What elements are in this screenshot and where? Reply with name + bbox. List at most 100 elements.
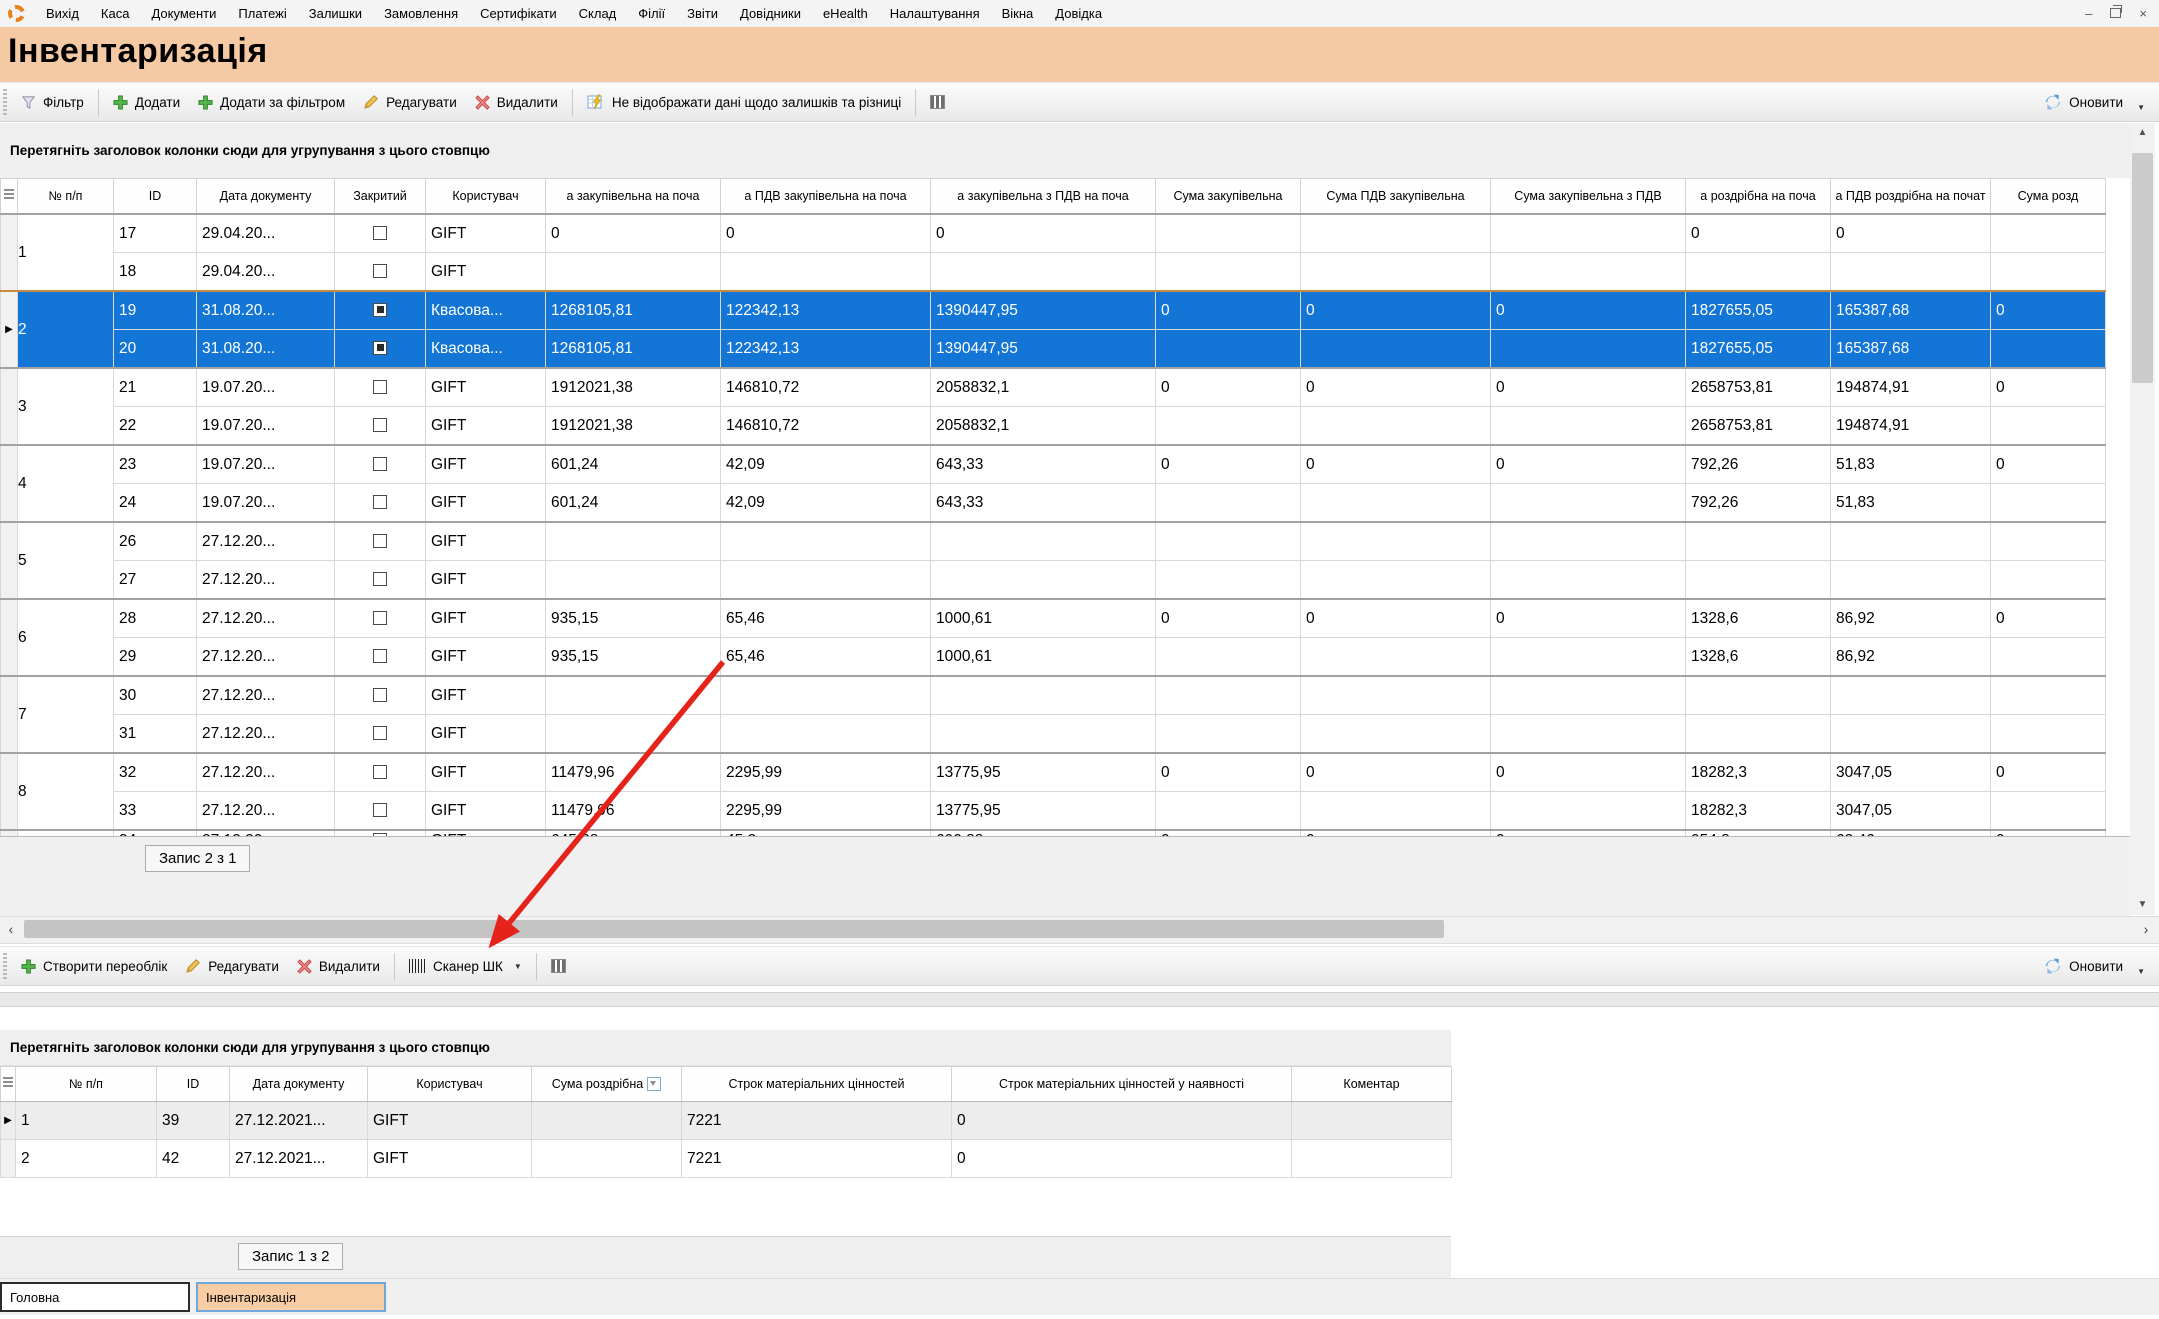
menu-item[interactable]: Налаштування (879, 6, 991, 21)
grid-row[interactable]: 1829.04.20...GIFT (1, 253, 2106, 292)
menu-item[interactable]: Каса (90, 6, 141, 21)
column-chooser-button[interactable] (921, 90, 954, 114)
toolbar-grip[interactable] (3, 89, 7, 115)
menu-item[interactable]: eHealth (812, 6, 879, 21)
menu-item[interactable]: Залишки (298, 6, 373, 21)
grid-row[interactable]: 2031.08.20...Квасова...1268105,81122342,… (1, 330, 2106, 369)
closed-checkbox-cell[interactable] (335, 291, 426, 330)
closed-checkbox-cell[interactable] (335, 715, 426, 754)
add-by-filter-button[interactable]: Додати за фільтром (189, 90, 354, 115)
column-header[interactable]: Сума роздрібна (532, 1067, 682, 1102)
tab-active[interactable]: Інвентаризація (196, 1282, 386, 1312)
column-chooser-corner[interactable] (1, 179, 18, 215)
grid-row[interactable]: 42319.07.20...GIFT601,2442,09643,3300079… (1, 445, 2106, 484)
column-header[interactable]: а закупівельна з ПДВ на поча (931, 179, 1156, 215)
grid-row[interactable]: 32119.07.20...GIFT1912021,38146810,72205… (1, 368, 2106, 407)
vertical-scrollbar[interactable]: ▲ ▼ (2130, 123, 2155, 915)
restore-button[interactable] (2110, 7, 2121, 20)
menu-item[interactable]: Довідники (729, 6, 812, 21)
column-header[interactable]: Сума ПДВ закупівельна (1301, 179, 1491, 215)
closed-checkbox-cell[interactable] (335, 638, 426, 677)
column-header[interactable]: Сума розд (1991, 179, 2106, 215)
horizontal-scroll-thumb[interactable] (24, 920, 1444, 938)
menu-item[interactable]: Сертифікати (469, 6, 568, 21)
vertical-scroll-thumb[interactable] (2132, 153, 2153, 383)
grid-row[interactable]: ▶13927.12.2021...GIFT72210 (1, 1102, 1452, 1140)
menu-item[interactable]: Філії (627, 6, 676, 21)
column-header[interactable]: Дата документу (197, 179, 335, 215)
menu-item[interactable]: Документи (140, 6, 227, 21)
add-button[interactable]: Додати (104, 90, 189, 115)
horizontal-scrollbar[interactable]: ‹ › (0, 916, 2159, 944)
scroll-down-icon[interactable]: ▼ (2130, 895, 2155, 915)
scroll-up-icon[interactable]: ▲ (2130, 123, 2155, 143)
closed-checkbox-cell[interactable] (335, 522, 426, 561)
grid-row[interactable]: 73027.12.20...GIFT (1, 676, 2106, 715)
grid-row[interactable]: 2219.07.20...GIFT1912021,38146810,722058… (1, 407, 2106, 446)
column-filter-icon[interactable] (647, 1077, 661, 1091)
barcode-scanner-button[interactable]: Сканер ШК ▼ (400, 954, 531, 979)
toolbar-grip[interactable] (3, 953, 7, 979)
grid-row[interactable]: 52627.12.20...GIFT (1, 522, 2106, 561)
closed-checkbox-cell[interactable] (335, 214, 426, 253)
column-header[interactable]: Строк матеріальних цінностей (682, 1067, 952, 1102)
closed-checkbox-cell[interactable] (335, 792, 426, 831)
closed-checkbox-cell[interactable] (335, 676, 426, 715)
grid-row[interactable]: 2727.12.20...GIFT (1, 561, 2106, 600)
column-chooser-corner[interactable] (1, 1067, 16, 1102)
grid-row[interactable]: 3327.12.20...GIFT11479,962295,9913775,95… (1, 792, 2106, 831)
column-header[interactable]: Строк матеріальних цінностей у наявності (952, 1067, 1292, 1102)
closed-checkbox-cell[interactable] (335, 253, 426, 292)
delete-button[interactable]: Видалити (466, 90, 567, 115)
closed-checkbox-cell[interactable] (335, 599, 426, 638)
main-group-panel[interactable]: Перетягніть заголовок колонки сюди для у… (0, 123, 2131, 178)
refresh-button[interactable]: Оновити (2035, 88, 2132, 116)
column-header[interactable]: а закупівельна на поча (546, 179, 721, 215)
column-chooser-button[interactable] (542, 954, 575, 978)
close-button[interactable]: × (2139, 7, 2147, 20)
menu-item[interactable]: Вікна (991, 6, 1045, 21)
delete-recount-button[interactable]: Видалити (288, 954, 389, 979)
column-header[interactable]: а ПДВ закупівельна на поча (721, 179, 931, 215)
scroll-left-icon[interactable]: ‹ (0, 919, 22, 939)
column-header[interactable]: Сума закупівельна (1156, 179, 1301, 215)
tab-inactive[interactable]: Головна (0, 1282, 190, 1312)
column-header[interactable]: Дата документу (230, 1067, 368, 1102)
hide-balances-toggle-button[interactable]: Не відображати дані щодо залишків та різ… (578, 89, 910, 115)
closed-checkbox-cell[interactable] (335, 561, 426, 600)
menu-item[interactable]: Замовлення (373, 6, 469, 21)
menu-item[interactable]: Платежі (227, 6, 297, 21)
edit-recount-button[interactable]: Редагувати (176, 953, 288, 979)
menu-item[interactable]: Склад (568, 6, 628, 21)
closed-checkbox-cell[interactable] (335, 445, 426, 484)
refresh-dropdown-icon[interactable]: ▼ (2137, 103, 2145, 116)
bottom-group-panel[interactable]: Перетягніть заголовок колонки сюди для у… (0, 1030, 1451, 1066)
column-header[interactable]: Коментар (1292, 1067, 1452, 1102)
column-header[interactable]: № п/п (18, 179, 114, 215)
minimize-button[interactable]: – (2085, 7, 2092, 20)
closed-checkbox-cell[interactable] (335, 368, 426, 407)
closed-checkbox-cell[interactable] (335, 330, 426, 369)
menu-item[interactable]: Звіти (676, 6, 729, 21)
closed-checkbox-cell[interactable] (335, 407, 426, 446)
column-header[interactable]: Закритий (335, 179, 426, 215)
grid-row[interactable]: 2927.12.20...GIFT935,1565,461000,611328,… (1, 638, 2106, 677)
column-header[interactable]: ID (157, 1067, 230, 1102)
menu-item[interactable]: Довідка (1044, 6, 1113, 21)
edit-button[interactable]: Редагувати (354, 89, 466, 115)
refresh-bottom-button[interactable]: Оновити (2035, 952, 2132, 980)
grid-row[interactable]: ▶21931.08.20...Квасова...1268105,8112234… (1, 291, 2106, 330)
refresh-dropdown-icon[interactable]: ▼ (2137, 967, 2145, 980)
filter-button[interactable]: Фільтр (12, 90, 93, 115)
column-header[interactable]: а ПДВ роздрібна на почат (1831, 179, 1991, 215)
grid-row[interactable]: 3127.12.20...GIFT (1, 715, 2106, 754)
grid-row[interactable]: 11729.04.20...GIFT00000 (1, 214, 2106, 253)
menu-item[interactable]: Вихід (35, 6, 90, 21)
column-header[interactable]: а роздрібна на поча (1686, 179, 1831, 215)
column-header[interactable]: Сума закупівельна з ПДВ (1491, 179, 1686, 215)
closed-checkbox-cell[interactable] (335, 484, 426, 523)
grid-row[interactable]: 24227.12.2021...GIFT72210 (1, 1140, 1452, 1178)
create-recount-button[interactable]: Створити переоблік (12, 954, 176, 979)
column-header[interactable]: Користувач (426, 179, 546, 215)
column-header[interactable]: № п/п (16, 1067, 157, 1102)
